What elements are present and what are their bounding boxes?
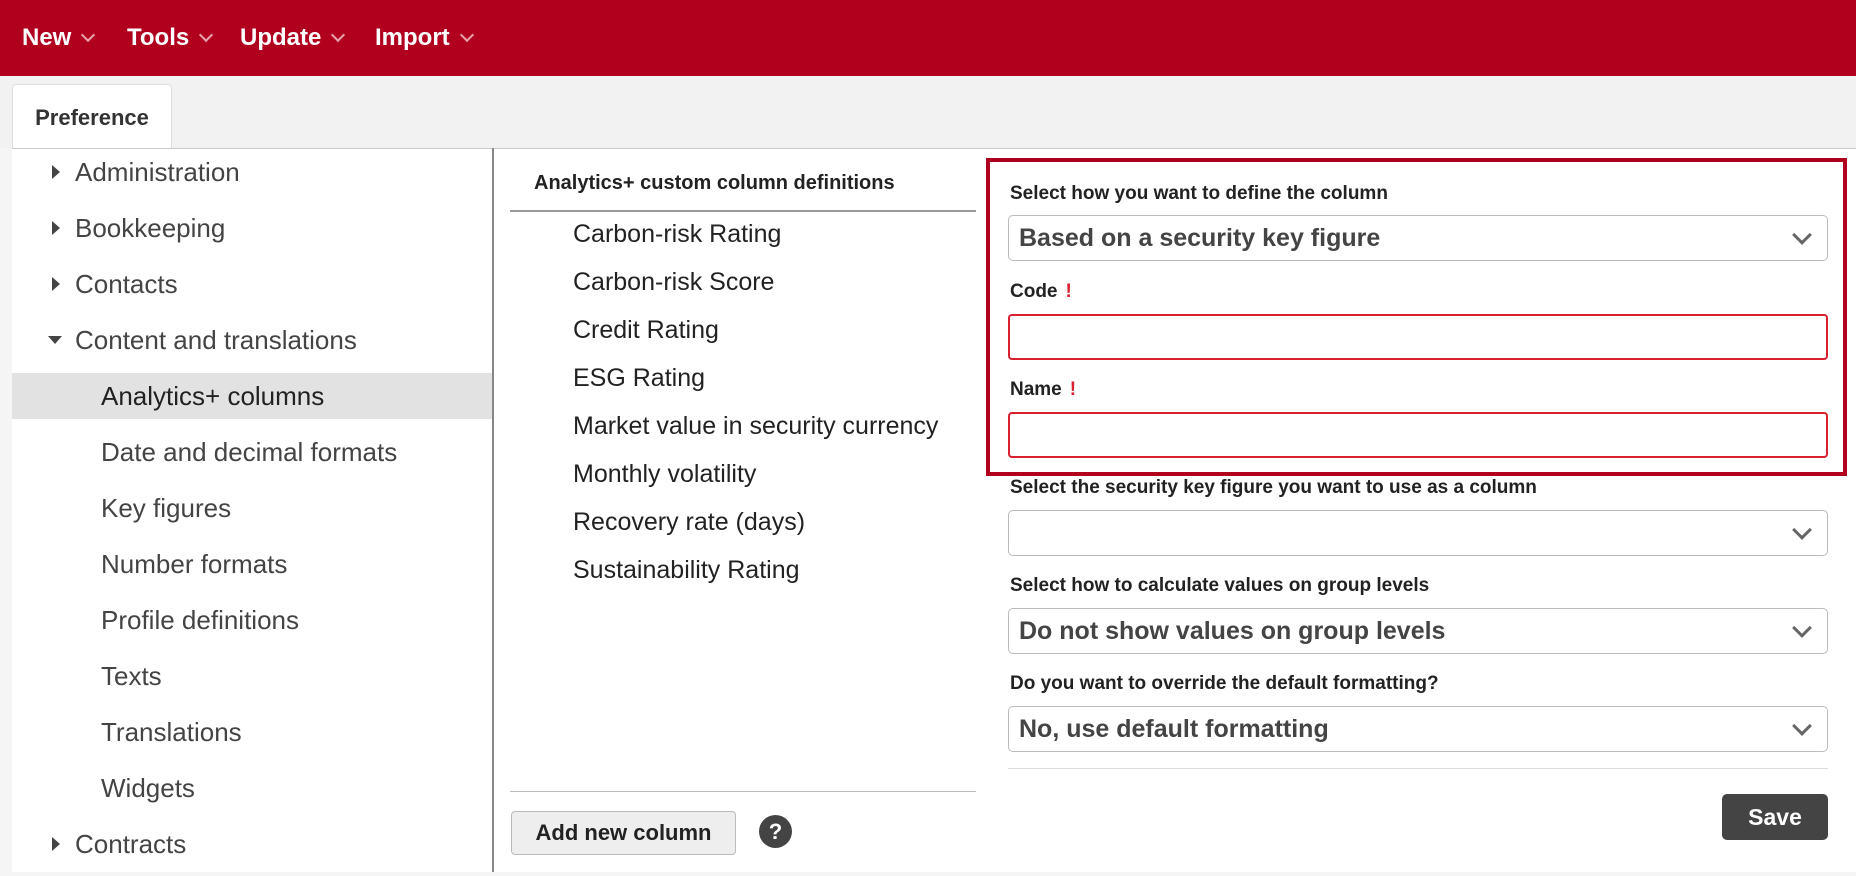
help-icon[interactable]: ? (759, 815, 792, 848)
column-list-item[interactable]: Carbon-risk Rating (573, 220, 781, 249)
chevron-down-icon (1792, 225, 1812, 245)
sidebar-item-label: Content and translations (75, 324, 357, 355)
name-label: Name! (1010, 379, 1076, 401)
required-icon: ! (1069, 379, 1077, 400)
sidebar-item-label: Number formats (101, 548, 288, 579)
menu-new[interactable]: New (22, 22, 96, 54)
name-label-text: Name (1010, 379, 1062, 400)
sidebar-item-date-decimal-formats[interactable]: Date and decimal formats (12, 429, 492, 475)
column-list-header: Analytics+ custom column definitions (534, 172, 895, 194)
formatting-select[interactable]: No, use default formatting (1008, 706, 1828, 752)
required-icon: ! (1065, 281, 1072, 302)
sidebar-item-label: Profile definitions (101, 604, 299, 635)
code-label: Code! (1010, 281, 1072, 303)
sidebar-item-widgets[interactable]: Widgets (12, 765, 492, 811)
sidebar-item-key-figures[interactable]: Key figures (12, 485, 492, 531)
sidebar-item-label: Date and decimal formats (101, 436, 398, 467)
column-list-item[interactable]: Market value in security currency (573, 412, 938, 441)
formatting-value: No, use default formatting (1019, 714, 1329, 743)
sidebar-item-label: Translations (101, 716, 242, 747)
sidebar-item-administration[interactable]: Administration (12, 149, 492, 195)
name-field[interactable] (1008, 412, 1828, 458)
menu-tools-label: Tools (127, 24, 190, 51)
menu-new-label: New (22, 24, 72, 51)
column-list-item[interactable]: Credit Rating (573, 316, 719, 345)
sidebar-item-label: Administration (75, 156, 240, 187)
sidebar-item-label: Key figures (101, 492, 232, 523)
caret-down-icon (48, 336, 62, 344)
chevron-down-icon (199, 27, 214, 43)
caret-right-icon (52, 837, 60, 851)
chevron-down-icon (81, 27, 96, 43)
define-method-select[interactable]: Based on a security key figure (1008, 215, 1828, 261)
caret-right-icon (52, 277, 60, 291)
column-list-item[interactable]: Carbon-risk Score (573, 268, 774, 297)
sidebar-item-label: Widgets (101, 772, 195, 803)
define-method-value: Based on a security key figure (1019, 223, 1381, 252)
column-list-item[interactable]: Sustainability Rating (573, 556, 800, 585)
column-list-item[interactable]: ESG Rating (573, 364, 705, 393)
add-new-column-button[interactable]: Add new column (511, 811, 736, 855)
key-figure-label: Select the security key figure you want … (1010, 477, 1537, 498)
caret-right-icon (52, 165, 60, 179)
sidebar-item-label: Contracts (75, 828, 187, 859)
divider (510, 791, 976, 792)
top-menu-bar: New Tools Update Import (0, 0, 1856, 76)
key-figure-select[interactable] (1008, 510, 1828, 556)
sidebar-item-texts[interactable]: Texts (12, 653, 492, 699)
sidebar-item-profile-definitions[interactable]: Profile definitions (12, 597, 492, 643)
sidebar: Administration Bookkeeping Contacts Cont… (12, 148, 492, 872)
chevron-down-icon (1792, 520, 1812, 540)
group-levels-select[interactable]: Do not show values on group levels (1008, 608, 1828, 654)
code-label-text: Code (1010, 281, 1058, 302)
sidebar-item-translations[interactable]: Translations (12, 709, 492, 755)
chevron-down-icon (459, 27, 474, 43)
sidebar-item-label: Contacts (75, 268, 178, 299)
chevron-down-icon (1792, 618, 1812, 638)
chevron-down-icon (1792, 716, 1812, 736)
divider (1008, 768, 1828, 769)
divider (510, 210, 976, 212)
tab-preference[interactable]: Preference (12, 84, 172, 150)
group-levels-value: Do not show values on group levels (1019, 616, 1446, 645)
sidebar-item-content-and-translations[interactable]: Content and translations (12, 317, 492, 363)
caret-right-icon (52, 221, 60, 235)
code-field[interactable] (1008, 314, 1828, 360)
sidebar-item-contacts[interactable]: Contacts (12, 261, 492, 307)
menu-import-label: Import (375, 24, 450, 51)
sidebar-item-number-formats[interactable]: Number formats (12, 541, 492, 587)
sidebar-item-contracts[interactable]: Contracts (12, 821, 492, 867)
sidebar-item-label: Bookkeeping (75, 212, 226, 243)
group-levels-label: Select how to calculate values on group … (1010, 575, 1430, 596)
chevron-down-icon (331, 27, 346, 43)
sidebar-item-bookkeeping[interactable]: Bookkeeping (12, 205, 492, 251)
formatting-label: Do you want to override the default form… (1010, 673, 1439, 694)
column-list-item[interactable]: Recovery rate (days) (573, 508, 805, 537)
save-button[interactable]: Save (1722, 794, 1828, 840)
sidebar-item-label: Texts (101, 660, 162, 691)
menu-update-label: Update (240, 24, 322, 51)
menu-update[interactable]: Update (240, 22, 346, 54)
column-list-item[interactable]: Monthly volatility (573, 460, 756, 489)
menu-import[interactable]: Import (375, 22, 474, 54)
define-method-label: Select how you want to define the column (1010, 183, 1388, 204)
tab-strip (0, 76, 1856, 148)
sidebar-item-label: Analytics+ columns (101, 380, 325, 411)
menu-tools[interactable]: Tools (127, 22, 214, 54)
sidebar-item-analytics-columns[interactable]: Analytics+ columns (12, 373, 492, 419)
